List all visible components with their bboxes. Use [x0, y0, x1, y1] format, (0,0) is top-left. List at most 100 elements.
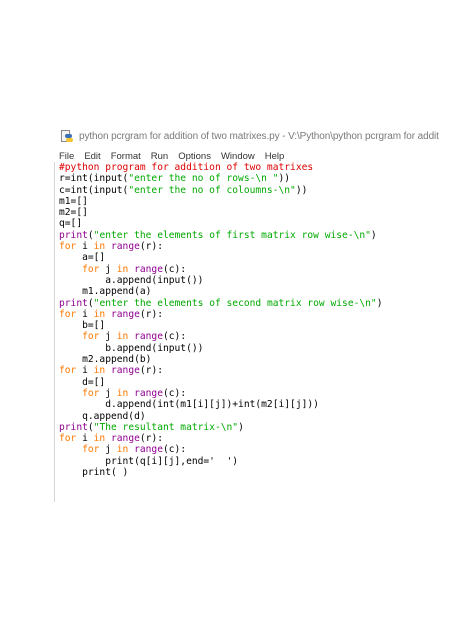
- code-token: c=int(input(: [59, 184, 129, 196]
- string-token: "The resultant matrix-\n": [93, 421, 239, 433]
- code-line: print("enter the elements of second matr…: [59, 298, 472, 309]
- string-token: "enter the elements of second matrix row…: [93, 297, 377, 309]
- menu-file[interactable]: File: [58, 151, 75, 162]
- code-token: r=int(input(: [59, 173, 129, 185]
- keyword-token: in: [116, 331, 129, 343]
- keyword-token: for: [59, 308, 77, 320]
- code-token: m2=[]: [59, 207, 88, 219]
- keyword-token: for: [82, 331, 100, 343]
- builtin-token: range: [134, 444, 163, 456]
- code-line: for i in range(r):: [59, 433, 472, 444]
- code-token: j: [99, 263, 117, 275]
- keyword-token: in: [93, 433, 106, 445]
- code-line: a.append(input()): [59, 275, 472, 286]
- code-token: j: [99, 387, 117, 399]
- code-token: i: [76, 241, 94, 253]
- code-line: m2=[]: [59, 207, 472, 218]
- code-token: q.append(d): [59, 410, 146, 422]
- code-editor[interactable]: #python program for addition of two matr…: [54, 162, 472, 502]
- code-line: for j in range(c):: [59, 444, 472, 455]
- code-line: r=int(input("enter the no of rows-\n ")): [59, 173, 472, 184]
- code-line: for j in range(c):: [59, 388, 472, 399]
- code-token: (c):: [163, 263, 187, 275]
- builtin-token: print: [59, 229, 88, 241]
- code-token: j: [99, 331, 117, 343]
- keyword-token: in: [116, 263, 129, 275]
- code-token: d=[]: [59, 376, 106, 388]
- builtin-token: range: [111, 365, 140, 377]
- code-line: print("The resultant matrix-\n"): [59, 422, 472, 433]
- code-token: i: [76, 433, 94, 445]
- code-token: print( ): [59, 467, 129, 479]
- keyword-token: in: [93, 241, 106, 253]
- menu-bar: File Edit Format Run Options Window Help: [52, 149, 285, 163]
- window-title: python pcrgram for addition of two matri…: [79, 130, 439, 142]
- code-line: for i in range(r):: [59, 309, 472, 320]
- code-token: (r):: [139, 433, 163, 445]
- code-token: q=[]: [59, 218, 83, 230]
- code-token: j: [99, 444, 117, 456]
- python-file-icon: [60, 129, 73, 143]
- builtin-token: print: [59, 297, 88, 309]
- builtin-token: range: [111, 241, 140, 253]
- code-token: (c):: [163, 444, 187, 456]
- code-line: for j in range(c):: [59, 264, 472, 275]
- menu-help[interactable]: Help: [264, 151, 286, 162]
- menu-options[interactable]: Options: [177, 151, 212, 162]
- menu-run[interactable]: Run: [150, 151, 169, 162]
- code-token: a=[]: [59, 252, 106, 264]
- keyword-token: in: [116, 387, 129, 399]
- code-token: b=[]: [59, 320, 106, 332]
- idle-editor-window: python pcrgram for addition of two matri…: [52, 126, 474, 502]
- code-line: q=[]: [59, 218, 472, 229]
- code-line: for i in range(r):: [59, 241, 472, 252]
- code-line: m1=[]: [59, 196, 472, 207]
- builtin-token: range: [134, 331, 163, 343]
- keyword-token: for: [82, 387, 100, 399]
- code-token: ): [238, 421, 244, 433]
- keyword-token: for: [59, 433, 77, 445]
- code-token: )): [278, 173, 291, 185]
- code-token: (c):: [163, 331, 187, 343]
- comment-token: #python program for addition of two matr…: [59, 162, 314, 173]
- builtin-token: print: [59, 421, 88, 433]
- menu-edit[interactable]: Edit: [83, 151, 101, 162]
- code-line: d=[]: [59, 377, 472, 388]
- code-token: print(q[i][j],end=' '): [59, 455, 239, 467]
- builtin-token: range: [111, 433, 140, 445]
- code-line: print("enter the elements of first matri…: [59, 230, 472, 241]
- menu-window[interactable]: Window: [220, 151, 256, 162]
- keyword-token: for: [82, 444, 100, 456]
- builtin-token: range: [134, 263, 163, 275]
- code-token: b.append(input()): [59, 342, 204, 354]
- code-line: c=int(input("enter the no of coloumns-\n…: [59, 185, 472, 196]
- code-line: print( ): [59, 467, 472, 478]
- code-line: for i in range(r):: [59, 365, 472, 376]
- code-line: d.append(int(m1[i][j])+int(m2[i][j])): [59, 399, 472, 410]
- code-token: d.append(int(m1[i][j])+int(m2[i][j])): [59, 399, 319, 411]
- code-token: (c):: [163, 387, 187, 399]
- code-token: m1=[]: [59, 195, 88, 207]
- code-line: print(q[i][j],end=' '): [59, 456, 472, 467]
- code-token: i: [76, 365, 94, 377]
- code-token: (r):: [139, 241, 163, 253]
- string-token: "enter the no of rows-\n ": [128, 173, 279, 185]
- code-line: a=[]: [59, 252, 472, 263]
- code-token: m2.append(b): [59, 354, 152, 366]
- menu-format[interactable]: Format: [110, 151, 142, 162]
- code-line: #python program for addition of two matr…: [59, 162, 472, 173]
- code-token: ): [376, 297, 383, 309]
- keyword-token: in: [93, 365, 106, 377]
- code-token: (r):: [139, 308, 163, 320]
- keyword-token: in: [116, 444, 129, 456]
- code-line: for j in range(c):: [59, 331, 472, 342]
- keyword-token: for: [59, 241, 77, 253]
- builtin-token: range: [111, 308, 140, 320]
- code-line: b.append(input()): [59, 343, 472, 354]
- code-token: )): [295, 184, 308, 196]
- string-token: "enter the elements of first matrix row …: [93, 229, 371, 241]
